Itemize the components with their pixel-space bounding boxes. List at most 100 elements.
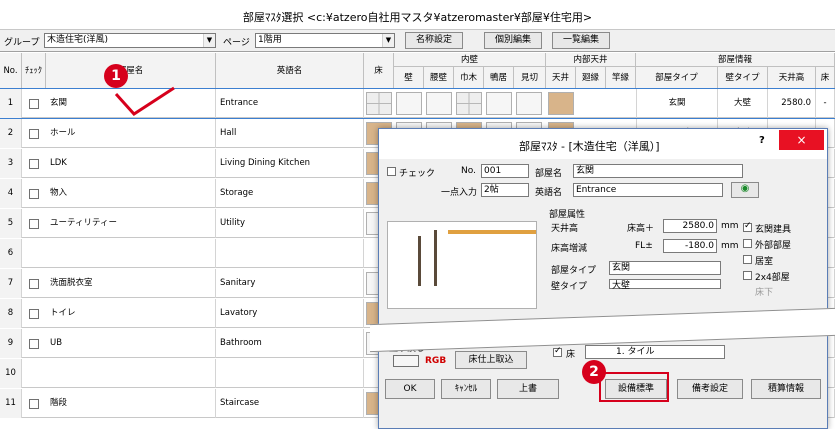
callout-2: 2 — [582, 360, 606, 384]
wall-type-label: 壁タイプ — [551, 282, 588, 292]
english-name-cell: Bathroom — [216, 329, 364, 358]
room-name-cell: UB — [46, 329, 216, 358]
row-checkbox[interactable] — [29, 189, 39, 199]
header-mawaribuchi: 廻縁 — [576, 67, 606, 89]
estimate-info-button[interactable]: 積算情報 — [751, 379, 821, 399]
room-name-cell: ユーティリティー — [46, 209, 216, 238]
attr-group-label: 部屋属性 — [549, 210, 586, 220]
ceiling-height-cell: 2580.0 — [768, 89, 816, 118]
row-checkbox[interactable] — [29, 399, 39, 409]
room-name-label: 部屋名 — [535, 169, 563, 179]
close-button[interactable]: × — [779, 130, 824, 150]
room-name-cell: 洗面脱衣室 — [46, 269, 216, 298]
header-saobuchi: 竿縁 — [606, 67, 636, 89]
header-no: No. — [0, 53, 22, 89]
row-checkbox[interactable] — [29, 129, 39, 139]
ceiling-height-input[interactable]: 2580.0 — [663, 219, 717, 233]
paint-color-swatch[interactable] — [393, 355, 419, 367]
opt-living-label: 居室 — [755, 257, 774, 267]
floor-extra-cell: - — [816, 89, 835, 118]
floor-checkbox[interactable] — [553, 346, 562, 357]
english-input[interactable]: Entrance — [573, 183, 723, 197]
row-number-cell: 3 — [0, 149, 22, 178]
english-name-cell: Storage — [216, 179, 364, 208]
room-type-select-value: 玄関 — [612, 263, 631, 273]
room-name-cell: 物入 — [46, 179, 216, 208]
header-inner-wall: 内壁 — [394, 53, 546, 67]
header-floor: 床 — [364, 53, 394, 89]
rgb-label[interactable]: RGB — [425, 356, 446, 366]
opt-2x4-checkbox[interactable] — [743, 271, 752, 280]
wall-type-select[interactable]: 大壁 — [609, 279, 721, 291]
group-select-value: 木造住宅(洋風) — [47, 35, 109, 45]
row-number-cell: 11 — [0, 389, 22, 418]
name-setting-button[interactable]: 名称設定 — [405, 32, 463, 49]
english-name-cell: Staircase — [216, 389, 364, 418]
material-swatch[interactable] — [548, 92, 574, 115]
row-checkbox[interactable] — [29, 99, 39, 109]
opt-entrance-fittings-label: 玄関建具 — [755, 225, 792, 235]
opt-2x4-label: 2x4部屋 — [755, 273, 790, 283]
english-name-cell — [216, 359, 364, 388]
row-number-cell: 9 — [0, 329, 22, 358]
row-number-cell: 2 — [0, 119, 22, 148]
row-number-cell: 4 — [0, 179, 22, 208]
group-label: グループ — [4, 38, 40, 48]
row-checkbox[interactable] — [29, 219, 39, 229]
opt-entrance-fittings-checkbox[interactable] — [743, 221, 752, 232]
no-select[interactable]: 001 — [481, 164, 529, 178]
ippoint-select-value: 2帖 — [484, 185, 499, 195]
ippoint-select[interactable]: 2帖 — [481, 183, 529, 197]
room-type-cell: 玄関 — [636, 89, 718, 118]
opt-living-checkbox[interactable] — [743, 255, 752, 264]
chevron-down-icon: ▼ — [203, 34, 215, 47]
window-title: 部屋ﾏｽﾀ選択 <c:¥atzero自社用マスタ¥atzeromaster¥部屋… — [242, 11, 593, 24]
help-icon[interactable]: ? — [759, 135, 765, 146]
room-name-cell: トイレ — [46, 299, 216, 328]
overwrite-button[interactable]: 上書 — [497, 379, 559, 399]
ok-button[interactable]: OK — [385, 379, 435, 399]
row-number-cell: 7 — [0, 269, 22, 298]
material-swatch[interactable] — [456, 92, 482, 115]
material-swatch[interactable] — [426, 92, 452, 115]
header-kamoi: 鴨居 — [484, 67, 514, 89]
eye-icon[interactable]: ◉ — [731, 182, 759, 198]
bulk-edit-button[interactable]: 一覧編集 — [552, 32, 610, 49]
page-label: ページ — [223, 38, 250, 48]
finish-field-value: 1. タイル — [616, 347, 655, 357]
english-name-cell: Hall — [216, 119, 364, 148]
header-english-name: 英語名 — [216, 53, 364, 89]
ceiling-height-prefix: 床高＋ — [627, 224, 655, 234]
room-name-cell: 階段 — [46, 389, 216, 418]
floor-import-button[interactable]: 床仕上取込 — [455, 351, 527, 369]
opt-outdoor-checkbox[interactable] — [743, 239, 752, 248]
chevron-down-icon: ▼ — [382, 34, 394, 47]
finish-field[interactable]: 1. タイル — [585, 345, 725, 359]
group-select[interactable]: 木造住宅(洋風) ▼ — [44, 33, 216, 48]
individual-edit-button[interactable]: 個別編集 — [484, 32, 542, 49]
room-name-input[interactable]: 玄関 — [573, 164, 743, 178]
header-ceiling: 天井 — [546, 67, 576, 89]
material-swatch[interactable] — [486, 92, 512, 115]
row-checkbox[interactable] — [29, 279, 39, 289]
floor-adj-input[interactable]: -180.0 — [663, 239, 717, 253]
room-type-select[interactable]: 玄関 — [609, 261, 721, 275]
floor-adj-input-value: -180.0 — [684, 241, 714, 251]
row-number-cell: 6 — [0, 239, 22, 268]
row-checkbox[interactable] — [29, 309, 39, 319]
material-swatch[interactable] — [366, 92, 392, 115]
row-checkbox[interactable] — [29, 339, 39, 349]
check-checkbox[interactable] — [387, 167, 396, 176]
cancel-button[interactable]: ｷｬﾝｾﾙ — [441, 379, 491, 399]
check-label: チェック — [399, 169, 436, 179]
room-name-cell — [46, 359, 216, 388]
material-swatch[interactable] — [396, 92, 422, 115]
page-select-value: 1階用 — [258, 35, 282, 45]
remarks-setting-button[interactable]: 備考設定 — [677, 379, 743, 399]
room-name-input-value: 玄関 — [576, 166, 595, 176]
header-floor-short: 床 — [816, 67, 835, 89]
row-checkbox[interactable] — [29, 159, 39, 169]
page-select[interactable]: 1階用 ▼ — [255, 33, 395, 48]
room-name-cell — [46, 239, 216, 268]
material-swatch[interactable] — [516, 92, 542, 115]
